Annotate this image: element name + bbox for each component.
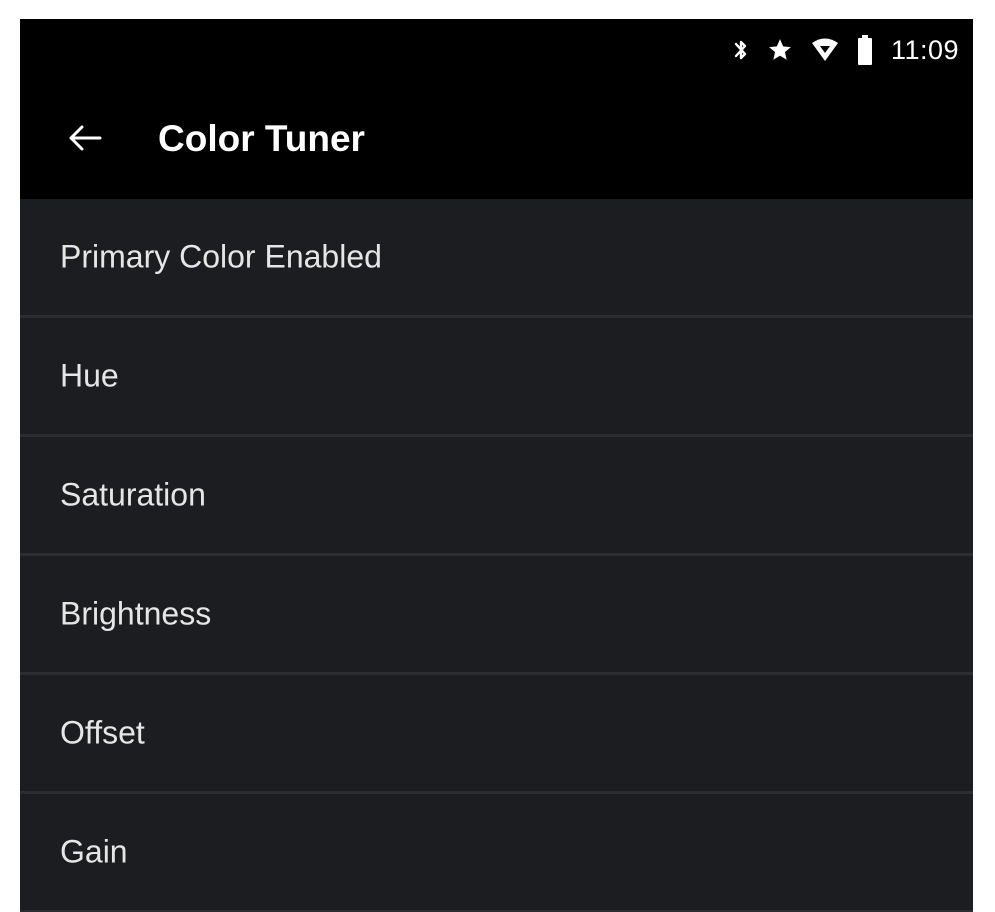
app-frame: 11:09 Color Tuner Primary Color Enabled … <box>20 19 973 912</box>
app-header: Color Tuner <box>20 81 973 199</box>
list-item-label: Gain <box>60 833 128 870</box>
list-item-hue[interactable]: Hue <box>20 318 973 437</box>
list-item-label: Primary Color Enabled <box>60 238 382 275</box>
star-icon <box>767 37 793 63</box>
status-time: 11:09 <box>890 34 959 65</box>
list-item-label: Saturation <box>60 476 206 513</box>
list-item-offset[interactable]: Offset <box>20 675 973 794</box>
back-button[interactable] <box>64 119 106 161</box>
page-title: Color Tuner <box>158 118 365 159</box>
list-item-label: Hue <box>60 357 119 394</box>
list-item-saturation[interactable]: Saturation <box>20 437 973 556</box>
list-item-gain[interactable]: Gain <box>20 794 973 912</box>
list-item-label: Offset <box>60 714 145 751</box>
list-item-brightness[interactable]: Brightness <box>20 556 973 675</box>
list-item-label: Brightness <box>60 595 212 632</box>
status-bar: 11:09 <box>20 19 973 81</box>
battery-icon <box>857 35 873 65</box>
list-item-primary-color-enabled[interactable]: Primary Color Enabled <box>20 199 973 318</box>
wifi-icon <box>811 37 839 63</box>
status-icons: 11:09 <box>733 33 959 67</box>
arrow-back-icon <box>67 123 103 158</box>
bluetooth-icon <box>733 37 749 63</box>
settings-list: Primary Color Enabled Hue Saturation Bri… <box>20 199 973 912</box>
